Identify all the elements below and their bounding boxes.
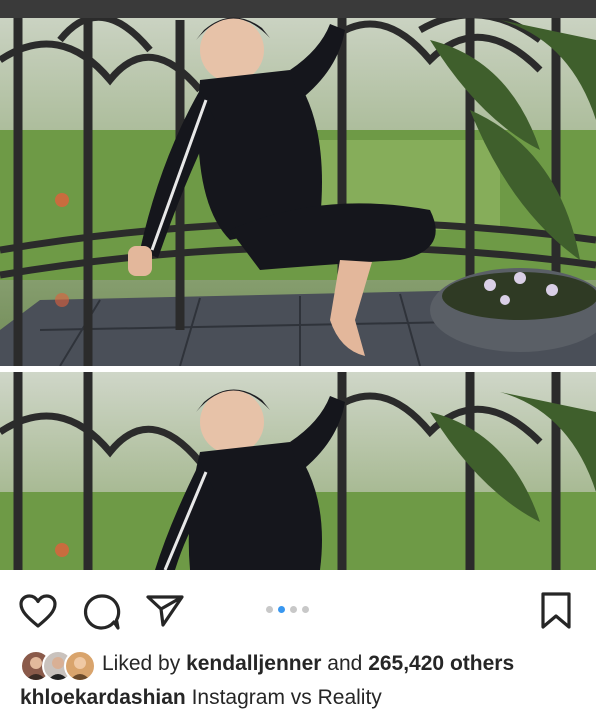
avatar[interactable]: [64, 650, 96, 682]
photo-scene-bottom: [0, 372, 596, 570]
post-caption: khloekardashian Instagram vs Reality: [20, 686, 382, 710]
paper-plane-icon[interactable]: [146, 594, 184, 628]
carousel-indicator: [266, 604, 309, 614]
carousel-dot[interactable]: [302, 605, 309, 613]
heart-icon[interactable]: [19, 594, 57, 628]
likes-row: Liked by kendalljenner and 265,420 other…: [0, 646, 596, 682]
likes-prefix: Liked by: [102, 652, 181, 675]
caption-text: Instagram vs Reality: [191, 686, 382, 709]
post-photo-top[interactable]: [0, 0, 596, 366]
bookmark-icon[interactable]: [540, 592, 572, 630]
liker-avatars[interactable]: [20, 650, 96, 682]
carousel-dot-active[interactable]: [278, 605, 285, 613]
likes-joiner: and: [327, 652, 363, 675]
likes-summary[interactable]: Liked by kendalljenner and 265,420 other…: [102, 652, 514, 676]
liker-username[interactable]: kendalljenner: [186, 652, 321, 675]
carousel-dot[interactable]: [290, 605, 297, 613]
comment-bubble-icon[interactable]: [83, 593, 121, 631]
likes-count[interactable]: 265,420: [368, 652, 444, 675]
carousel-dot[interactable]: [266, 605, 273, 613]
likes-suffix[interactable]: others: [450, 652, 514, 675]
photo-scene-top: [0, 0, 596, 366]
post-photo-bottom[interactable]: [0, 372, 596, 570]
caption-username[interactable]: khloekardashian: [20, 686, 186, 709]
